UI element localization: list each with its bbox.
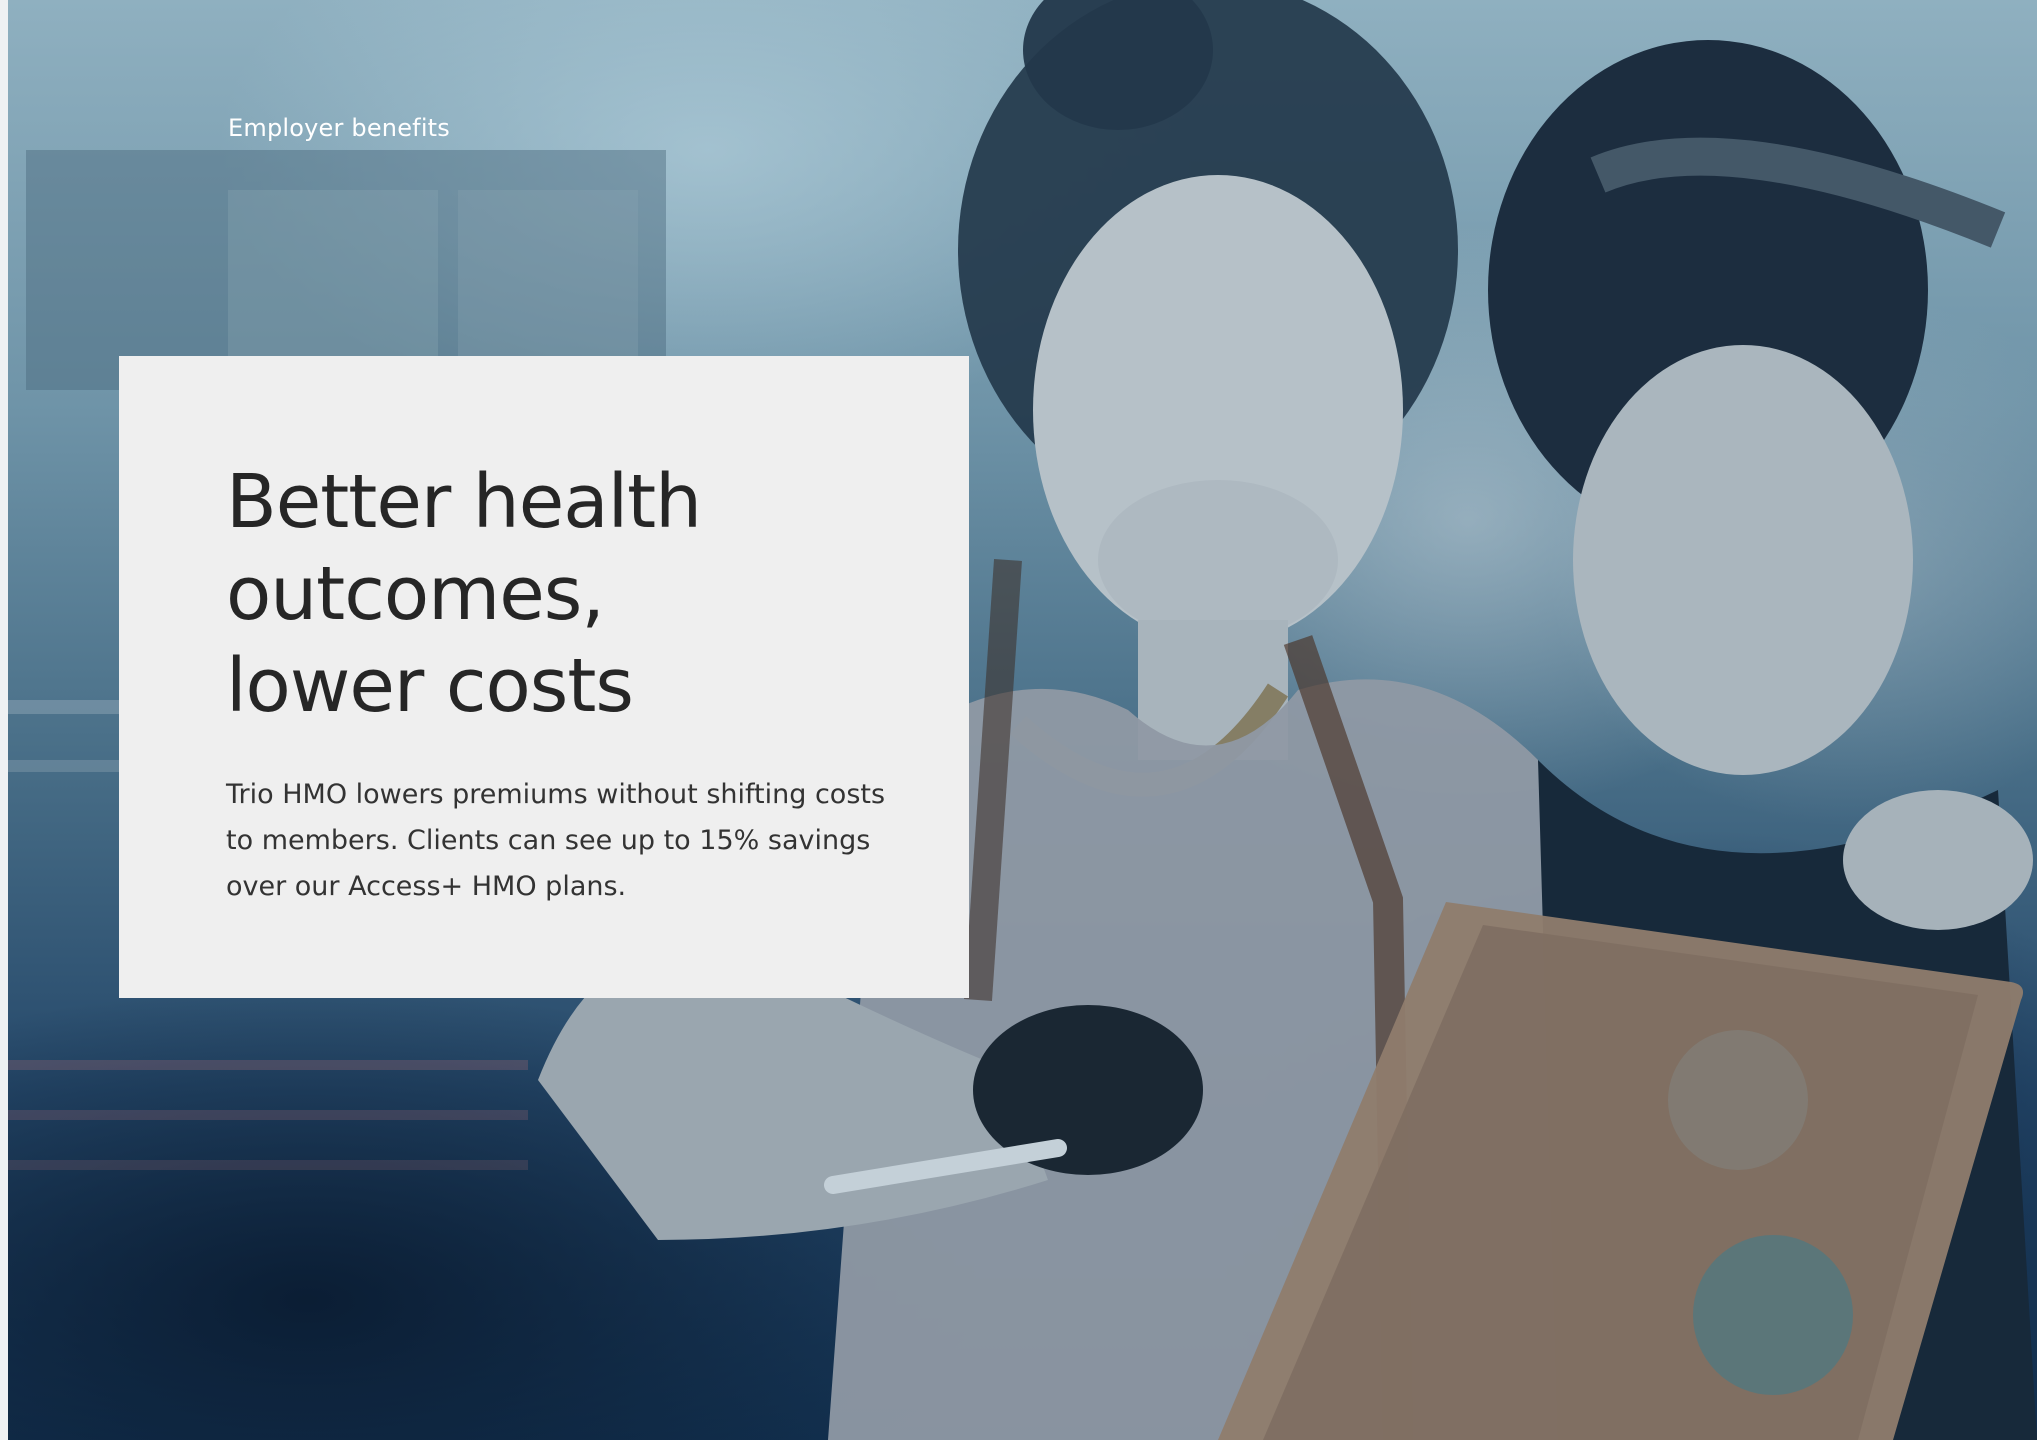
left-edge-strip xyxy=(0,0,8,1440)
body-copy: Trio HMO lowers premiums without shiftin… xyxy=(226,779,886,902)
headline: Better health outcomes, lower costs xyxy=(226,459,702,729)
section-kicker: Employer benefits xyxy=(228,114,451,142)
page: Employer benefits Better health outcomes… xyxy=(0,0,2037,1440)
headline-card: Better health outcomes, lower costs Trio… xyxy=(119,356,969,998)
